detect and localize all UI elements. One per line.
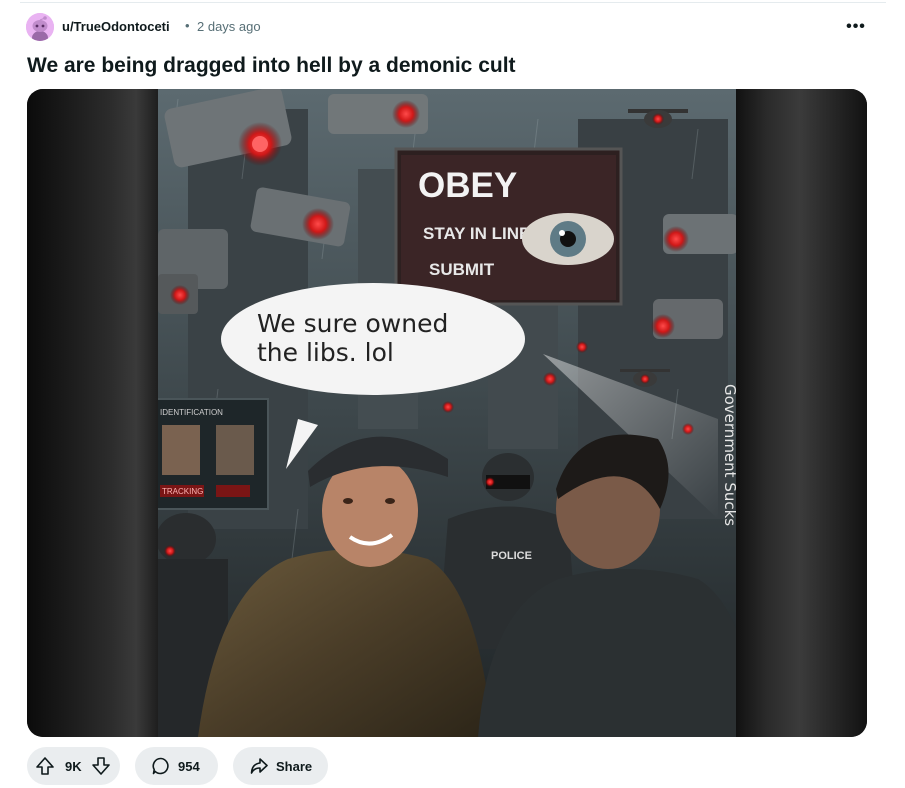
comment-bubble-icon [152, 757, 169, 775]
post-author[interactable]: u/TrueOdontoceti [62, 19, 170, 34]
upvote-arrow-icon[interactable] [35, 756, 55, 776]
post-title[interactable]: We are being dragged into hell by a demo… [27, 54, 516, 78]
share-label: Share [276, 758, 313, 774]
vote-count: 9K [65, 759, 82, 774]
billboard-line2: SUBMIT [429, 260, 495, 279]
share-arrow-icon [250, 758, 268, 774]
post-header: u/TrueOdontoceti • 2 days ago ••• [26, 12, 871, 42]
downvote-arrow-icon[interactable] [91, 756, 111, 776]
security-camera-icon [651, 299, 723, 339]
billboard-title: OBEY [418, 166, 517, 205]
top-divider [20, 2, 886, 3]
snoo-avatar-icon [26, 13, 54, 41]
police-vest-label: POLICE [491, 550, 532, 562]
billboard-line1: STAY IN LINE [423, 224, 530, 243]
comments-button[interactable]: 954 [135, 747, 218, 785]
security-camera-icon [328, 94, 428, 134]
meta-separator: • [185, 18, 190, 33]
security-camera-icon [663, 214, 736, 254]
post-timestamp: 2 days ago [197, 19, 261, 34]
speech-bubble-line1: We sure owned [257, 309, 448, 338]
id-panel-tracking: TRACKING [162, 487, 203, 496]
vote-control: 9K [27, 747, 120, 785]
identification-panel: IDENTIFICATION TRACKING [158, 398, 269, 510]
eye-icon [522, 213, 614, 265]
speech-bubble-line2: the libs. lol [257, 338, 394, 367]
share-button[interactable]: Share [233, 747, 328, 785]
more-options-button[interactable]: ••• [843, 14, 869, 40]
id-panel-title: IDENTIFICATION [160, 408, 223, 417]
image-watermark: Government Sucks [721, 384, 736, 526]
more-horizontal-icon: ••• [846, 18, 866, 35]
security-camera-icon [158, 274, 198, 314]
comment-count: 954 [178, 758, 200, 774]
post-image[interactable]: OBEY STAY IN LINE SUBMIT IDENTIFICATION … [27, 89, 867, 737]
user-avatar[interactable] [26, 13, 54, 41]
post-actions: 9K 954 Share [27, 747, 347, 785]
meme-artwork: OBEY STAY IN LINE SUBMIT IDENTIFICATION … [158, 89, 736, 737]
